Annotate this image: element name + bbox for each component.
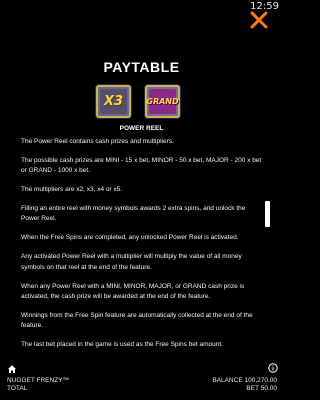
paragraph-2: The possible cash prizes are MINI - 15 x…: [21, 157, 262, 175]
paragraph-6: Any activated Power Reel with a multipli…: [21, 253, 242, 271]
paragraph-9: The last bet placed in the game is used …: [21, 340, 223, 348]
game-name: NUGGET FRENZY™: [7, 377, 69, 384]
page-title: PAYTABLE: [103, 59, 180, 75]
grand-prize-symbol: GRAND: [145, 85, 180, 118]
paragraph-7: When any Power Reel with a MINI, MINOR, …: [21, 282, 245, 300]
grand-symbol-label: GRAND: [146, 97, 179, 106]
balance-display: BALANCE 100,270.00: [212, 377, 277, 384]
paragraph-3: The multipliers are x2, x3, x4 or x5.: [21, 186, 123, 194]
close-x-icon: [250, 11, 268, 29]
paragraph-1: The Power Reel contains cash prizes and …: [21, 138, 174, 145]
close-button[interactable]: [249, 10, 269, 30]
scrollbar-thumb[interactable]: [265, 201, 270, 227]
paytable-content[interactable]: The Power Reel contains cash prizes and …: [21, 137, 265, 359]
paragraph-5: When the Free Spins are completed, any u…: [21, 234, 239, 242]
total-label: TOTAL: [7, 385, 28, 392]
status-bar: 12:59: [0, 0, 283, 14]
paragraph-4: Filling an entire reel with money symbol…: [21, 205, 246, 223]
x3-symbol-label: X3: [103, 94, 124, 109]
x3-multiplier-symbol: X3: [96, 85, 131, 118]
paragraph-8: Winnings from the Free Spin feature are …: [21, 311, 253, 329]
info-icon[interactable]: [268, 360, 278, 373]
bet-display: BET 50.00: [246, 385, 277, 392]
bottom-bar: NUGGET FRENZY™ TOTAL BALANCE 100,270.00 …: [0, 355, 283, 400]
section-title: POWER REEL: [119, 125, 164, 132]
home-icon[interactable]: [7, 361, 17, 373]
